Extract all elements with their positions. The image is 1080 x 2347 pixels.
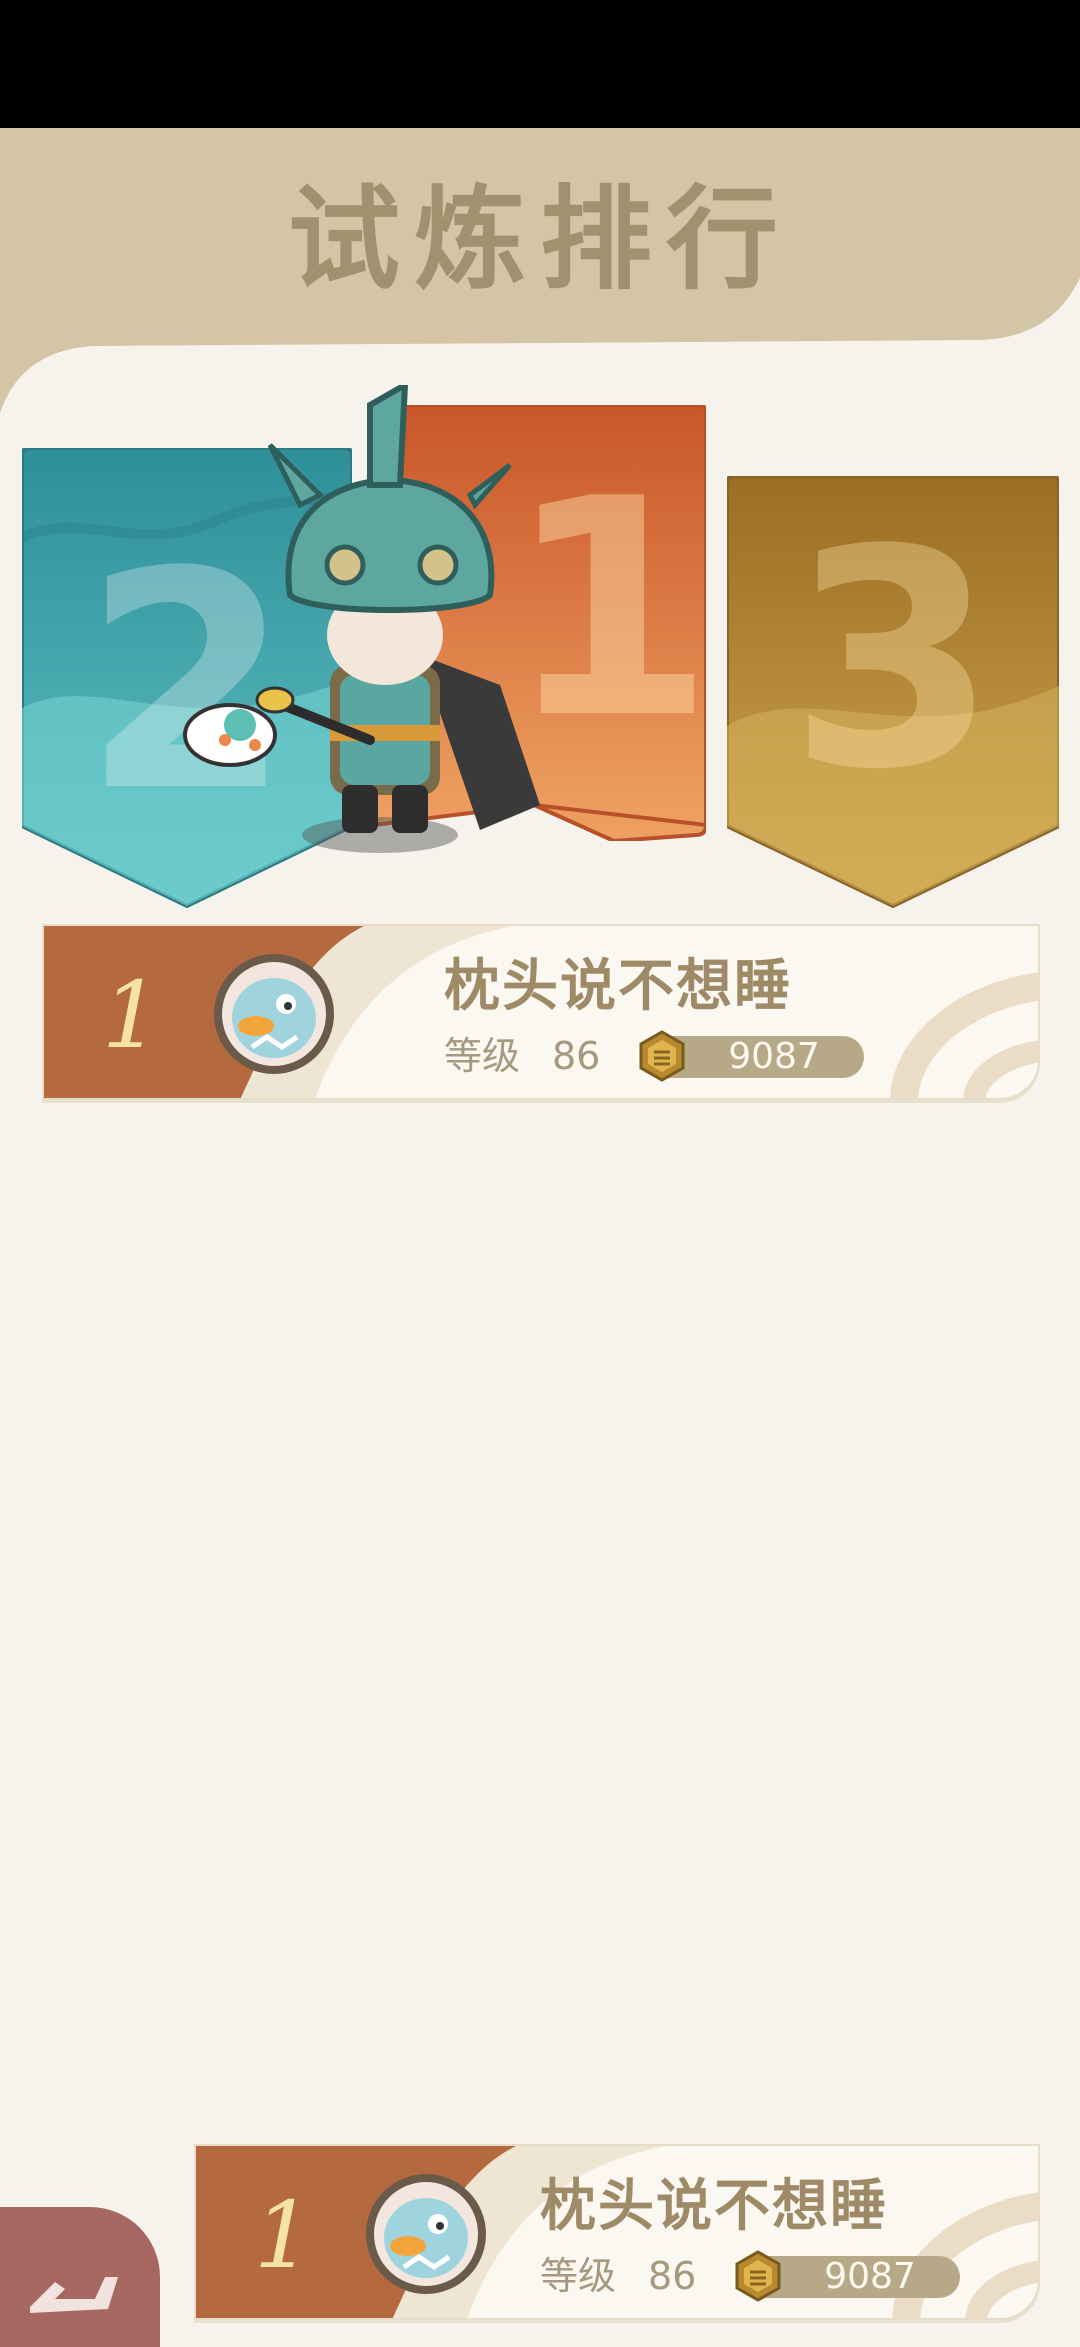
back-arrow-icon (30, 2277, 118, 2313)
ranking-row[interactable]: 1 枕头说不想睡 等级 86 9087 (42, 924, 1040, 1100)
rank-number: 1 (102, 962, 161, 1069)
level-label: 等级 (540, 2254, 617, 2298)
score-badge: 9087 (735, 2250, 960, 2302)
player-name: 枕头说不想睡 (444, 954, 792, 1019)
score-value: 9087 (728, 1036, 820, 1077)
player-name: 枕头说不想睡 (540, 2174, 888, 2239)
podium-rank-3[interactable]: 3 (727, 476, 1059, 908)
rank-number: 1 (254, 2182, 313, 2289)
score-value: 9087 (824, 2256, 916, 2297)
level-value: 86 (552, 1034, 601, 1078)
hero-character (183, 385, 540, 853)
level-value: 86 (648, 2254, 697, 2298)
score-badge: 9087 (639, 1030, 864, 1082)
podium-rank-number: 3 (788, 486, 998, 835)
my-rank-row[interactable]: 1 枕头说不想睡 等级 86 9087 (194, 2144, 1040, 2320)
penguin-avatar (214, 954, 334, 1074)
page-title: 试炼排行 (288, 175, 792, 305)
back-button[interactable] (0, 2207, 160, 2347)
level-label: 等级 (444, 1034, 521, 1078)
penguin-avatar (366, 2174, 486, 2294)
status-bar (0, 0, 1080, 128)
